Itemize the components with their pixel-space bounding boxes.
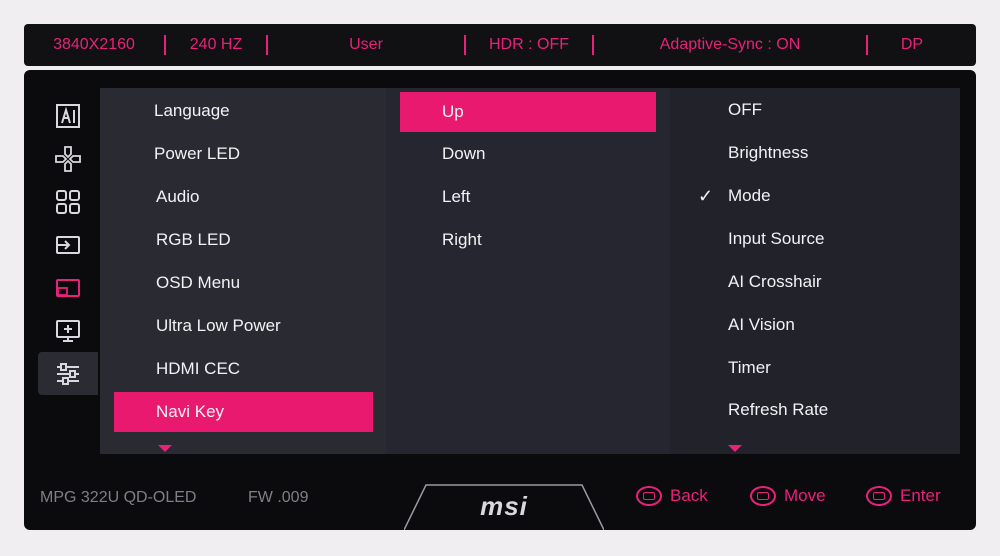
navi-item-right[interactable]: Right: [442, 220, 482, 260]
logo-text: msi: [480, 491, 528, 521]
navi-item-up[interactable]: Up: [400, 92, 656, 132]
sliders-icon[interactable]: [38, 352, 98, 395]
move-hint[interactable]: Move: [750, 486, 826, 506]
menu-item-hdmi-cec[interactable]: HDMI CEC: [156, 349, 240, 389]
option-input-source[interactable]: Input Source: [728, 219, 824, 259]
input-source-icon[interactable]: [38, 223, 98, 266]
option-brightness[interactable]: Brightness: [728, 133, 808, 173]
joystick-back-icon: [636, 486, 662, 506]
navi-key-menu: Up Down Left Right: [386, 88, 670, 454]
menu-item-osd-menu[interactable]: OSD Menu: [156, 263, 240, 303]
move-label: Move: [784, 486, 826, 505]
monitor-settings-icon[interactable]: [38, 309, 98, 352]
gamepad-icon[interactable]: [38, 137, 98, 180]
status-bar: 3840X2160 240 HZ User HDR : OFF Adaptive…: [24, 24, 976, 66]
back-label: Back: [670, 486, 708, 505]
option-refresh-rate[interactable]: Refresh Rate: [728, 390, 828, 430]
option-mode: Mode: [728, 186, 771, 205]
hdr-readout: HDR : OFF: [489, 36, 569, 53]
function-options: OFF Brightness ✓ Mode Input Source AI Cr…: [670, 88, 960, 454]
enter-hint[interactable]: Enter: [866, 486, 941, 506]
ai-icon[interactable]: [38, 94, 98, 137]
menu-item-power-led[interactable]: Power LED: [154, 134, 240, 174]
grid-icon[interactable]: [38, 180, 98, 223]
input-readout: DP: [900, 36, 924, 53]
option-ai-crosshair[interactable]: AI Crosshair: [728, 262, 822, 302]
menu-item-ultra-low-power[interactable]: Ultra Low Power: [156, 306, 281, 346]
msi-logo: msi: [403, 483, 605, 530]
mode-readout: User: [349, 36, 383, 53]
scroll-down-indicator[interactable]: [158, 445, 172, 452]
navi-item-left[interactable]: Left: [442, 177, 470, 217]
osd-panel: Language Power LED Audio RGB LED OSD Men…: [24, 70, 976, 530]
joystick-move-icon: [750, 486, 776, 506]
back-hint[interactable]: Back: [636, 486, 708, 506]
option-ai-vision[interactable]: AI Vision: [728, 305, 795, 345]
menu-item-audio[interactable]: Audio: [156, 177, 199, 217]
category-icons: [38, 94, 98, 395]
scroll-down-indicator[interactable]: [728, 445, 742, 452]
menu-item-navi-key[interactable]: Navi Key: [114, 392, 373, 432]
settings-menu: Language Power LED Audio RGB LED OSD Men…: [100, 88, 386, 454]
resolution-readout: 3840X2160: [53, 36, 135, 53]
refresh-readout: 240 HZ: [189, 36, 243, 53]
adaptive-sync-readout: Adaptive-Sync : ON: [659, 36, 801, 53]
menu-item-language[interactable]: Language: [154, 91, 230, 131]
navi-item-down[interactable]: Down: [442, 134, 485, 174]
option-timer[interactable]: Timer: [728, 348, 771, 388]
menu-item-rgb-led[interactable]: RGB LED: [156, 220, 231, 260]
firmware-version: FW .009: [248, 489, 309, 506]
model-name: MPG 322U QD-OLED: [40, 489, 197, 506]
enter-label: Enter: [900, 486, 941, 505]
option-off[interactable]: OFF: [728, 90, 762, 130]
joystick-enter-icon: [866, 486, 892, 506]
option-mode-row[interactable]: ✓ Mode: [670, 176, 960, 216]
pip-icon[interactable]: [38, 266, 98, 309]
checkmark-icon: ✓: [698, 185, 714, 206]
